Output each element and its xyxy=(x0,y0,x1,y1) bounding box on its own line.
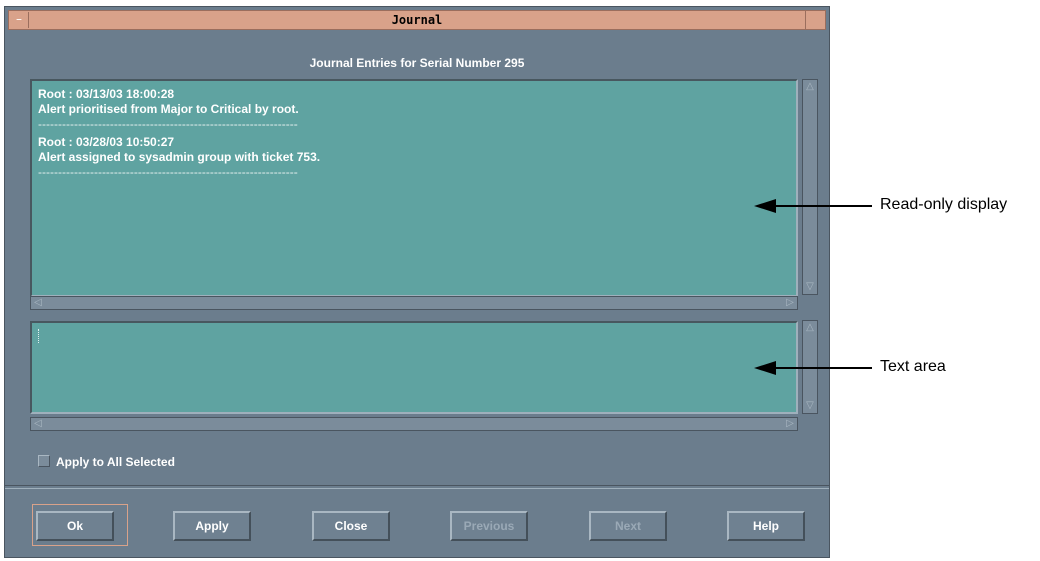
left-arrow-icon[interactable]: ◁ xyxy=(31,297,45,309)
left-arrow-icon[interactable]: ◁ xyxy=(31,418,45,430)
title-bar[interactable]: – Journal xyxy=(8,10,826,30)
right-arrow-icon[interactable]: ▷ xyxy=(783,418,797,430)
text-area-arrow-head xyxy=(754,361,776,375)
close-button[interactable]: Close xyxy=(312,511,390,541)
down-arrow-icon[interactable]: ▽ xyxy=(803,400,817,412)
up-arrow-icon[interactable]: △ xyxy=(803,81,817,93)
next-button[interactable]: Next xyxy=(589,511,667,541)
journal-window: – Journal Journal Entries for Serial Num… xyxy=(4,6,830,558)
display-horizontal-scrollbar[interactable]: ◁ ▷ xyxy=(30,296,798,310)
text-area-annotation: Text area xyxy=(880,358,946,375)
apply-button[interactable]: Apply xyxy=(173,511,251,541)
window-title: Journal xyxy=(391,13,443,27)
journal-entry: Root : 03/28/03 10:50:27 Alert assigned … xyxy=(38,135,320,179)
text-cursor xyxy=(38,329,41,343)
apply-to-all-row[interactable]: Apply to All Selected xyxy=(38,453,175,471)
entry-separator: ----------------------------------------… xyxy=(38,165,298,179)
entry-body: Alert prioritised from Major to Critical… xyxy=(38,102,299,116)
window-menu-button[interactable]: – xyxy=(10,12,29,28)
journal-text-area[interactable] xyxy=(30,321,798,414)
divider xyxy=(5,485,829,489)
display-arrow-head xyxy=(754,199,776,213)
entry-body: Alert assigned to sysadmin group with ti… xyxy=(38,150,321,164)
display-annotation: Read-only display xyxy=(880,196,1008,213)
journal-header: Journal Entries for Serial Number 295 xyxy=(309,56,525,70)
right-arrow-icon[interactable]: ▷ xyxy=(783,297,797,309)
entry-heading: Root : 03/28/03 10:50:27 xyxy=(38,135,175,149)
ok-button[interactable]: Ok xyxy=(36,511,114,541)
entry-heading: Root : 03/13/03 18:00:28 xyxy=(38,87,175,101)
up-arrow-icon[interactable]: △ xyxy=(803,322,817,334)
entry-separator: ----------------------------------------… xyxy=(38,117,298,131)
text-area-horizontal-scrollbar[interactable]: ◁ ▷ xyxy=(30,417,798,431)
apply-to-all-checkbox[interactable] xyxy=(38,455,50,467)
apply-to-all-label: Apply to All Selected xyxy=(56,455,175,469)
down-arrow-icon[interactable]: ▽ xyxy=(803,281,817,293)
display-vertical-scrollbar[interactable]: △ ▽ xyxy=(802,79,818,295)
journal-display: Root : 03/13/03 18:00:28 Alert prioritis… xyxy=(30,79,798,297)
window-resize-handle[interactable] xyxy=(805,10,826,30)
journal-entry: Root : 03/13/03 18:00:28 Alert prioritis… xyxy=(38,87,299,131)
text-area-arrow-line xyxy=(774,367,872,369)
help-button[interactable]: Help xyxy=(727,511,805,541)
previous-button[interactable]: Previous xyxy=(450,511,528,541)
display-arrow-line xyxy=(774,205,872,207)
